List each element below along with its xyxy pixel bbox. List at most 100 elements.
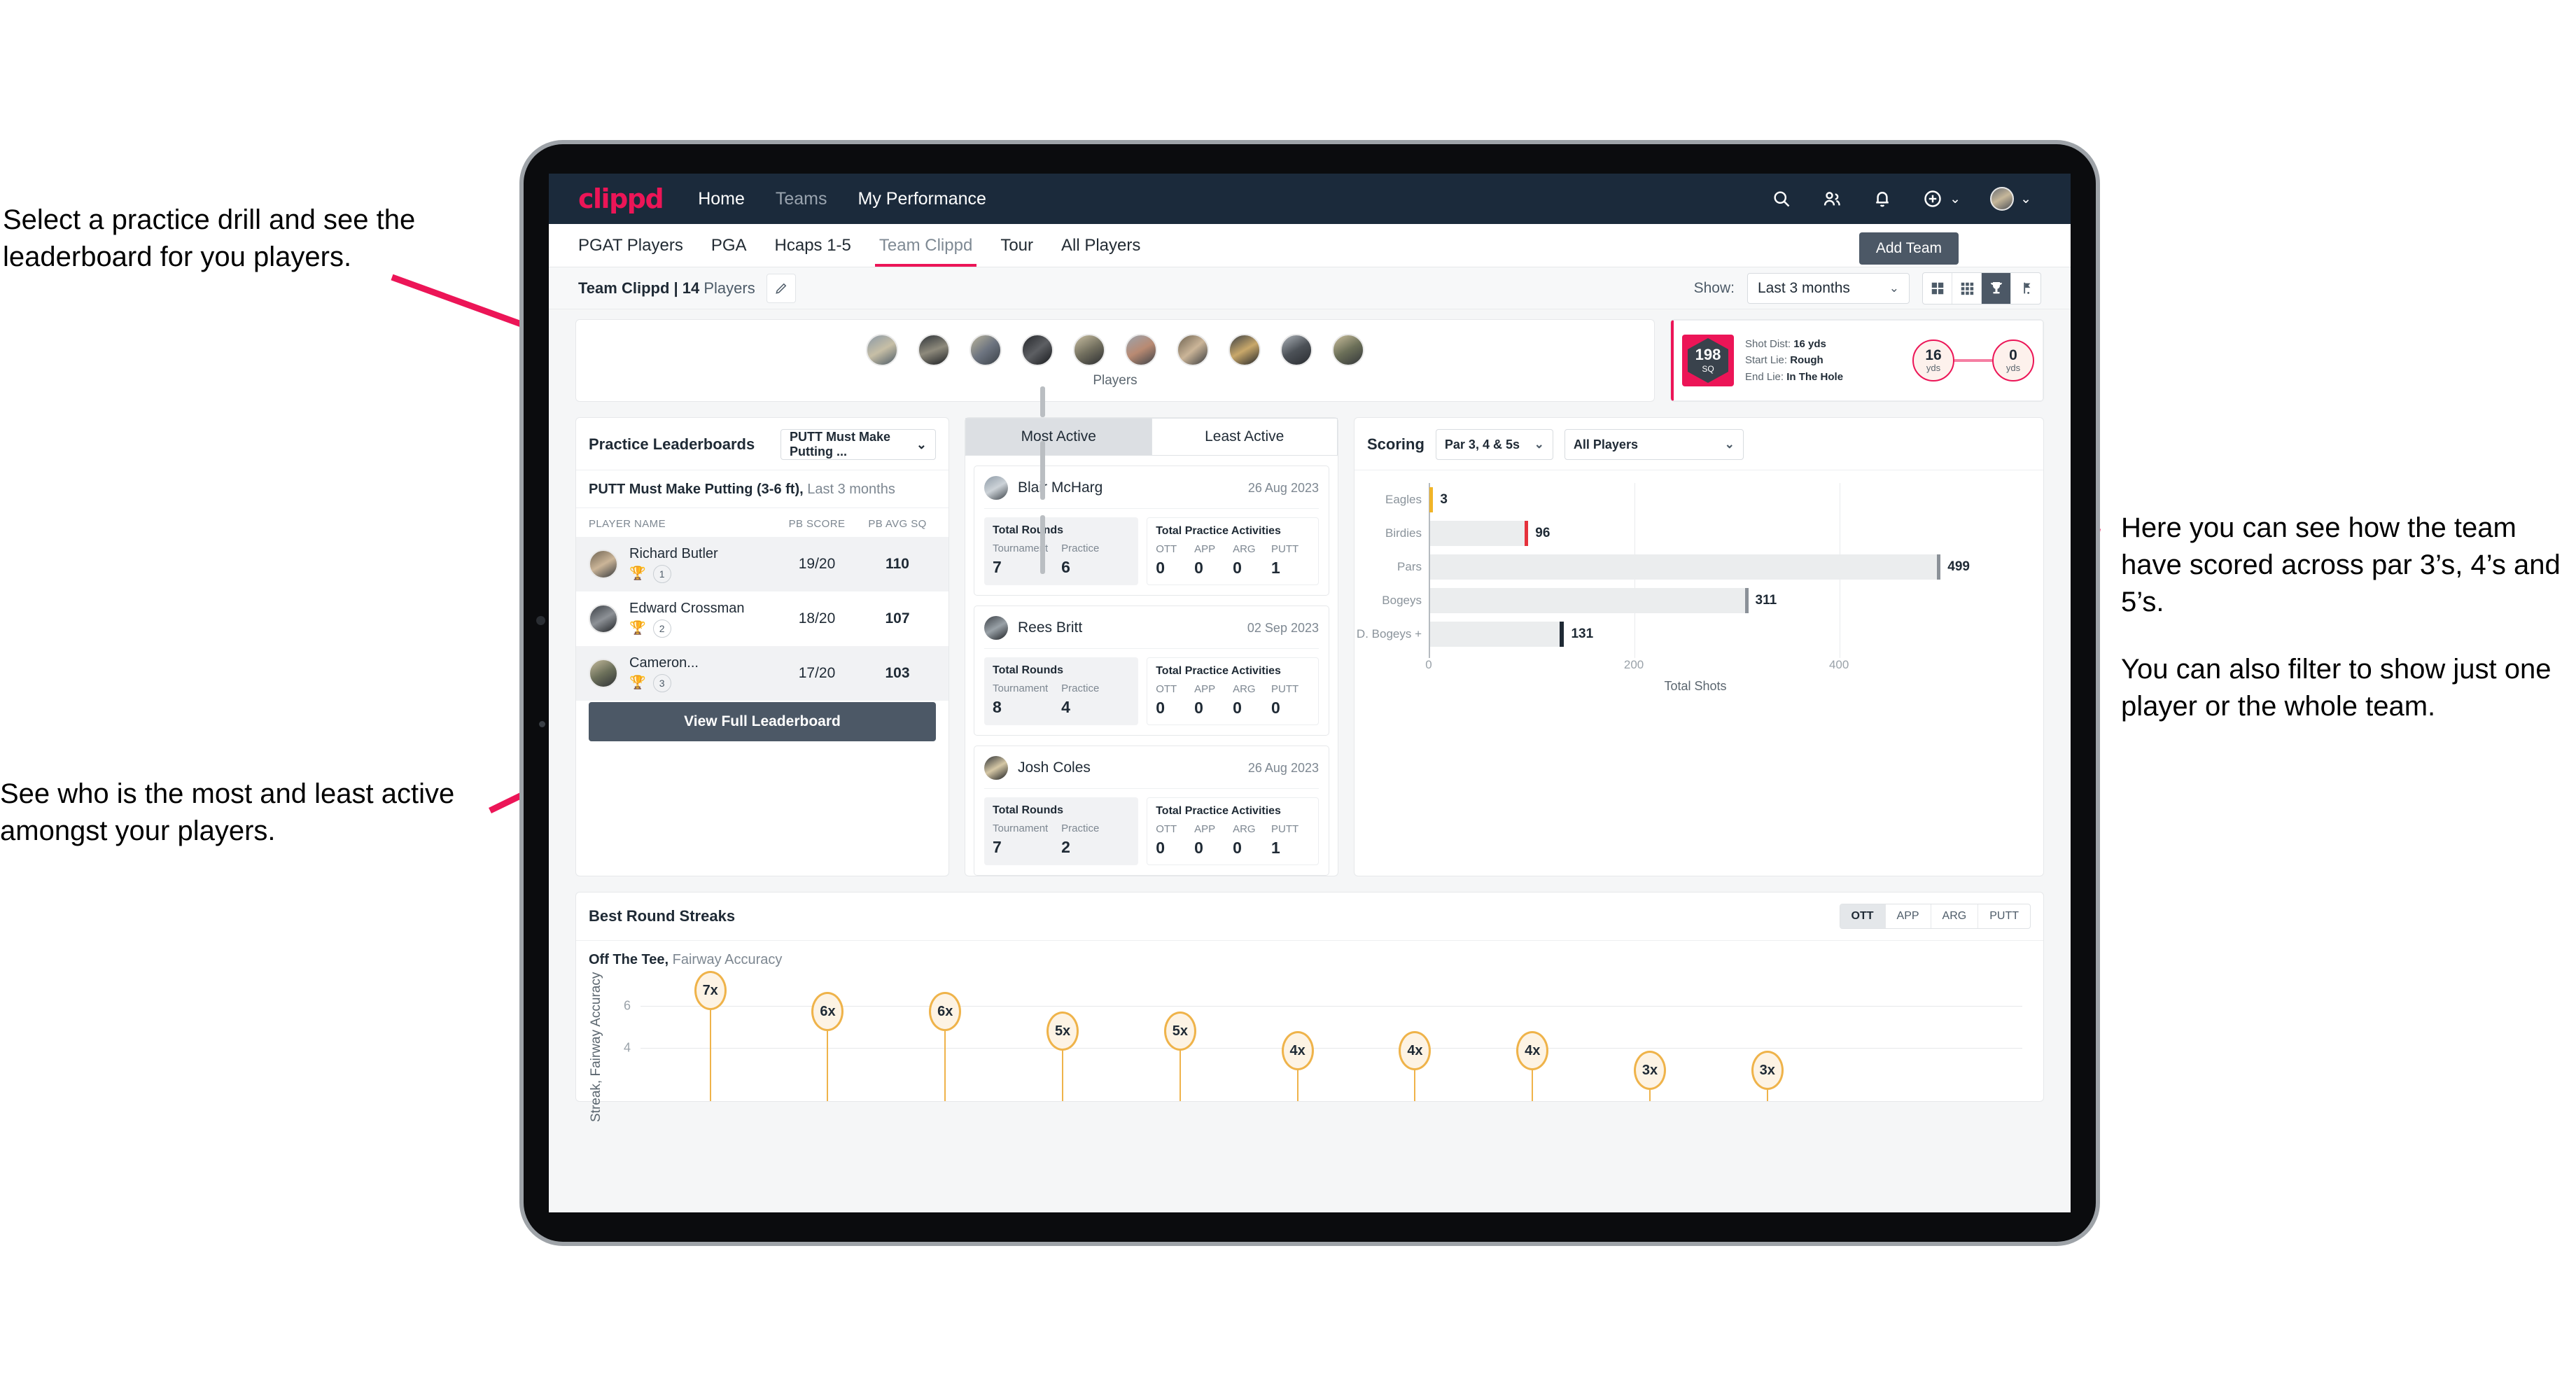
bar-eagles: Eagles 3 (1385, 487, 1962, 512)
streak-value: 6x (929, 992, 962, 1031)
people-icon[interactable] (1821, 188, 1842, 209)
bar-cap-eagles (1429, 487, 1434, 512)
streak-marker[interactable]: 6x (811, 992, 844, 1101)
clippd-logo[interactable]: clippd (578, 183, 664, 214)
grid-small-icon[interactable] (1952, 272, 1982, 304)
search-icon[interactable] (1771, 188, 1792, 209)
bar-bogeys: Bogeys 311 (1382, 588, 1962, 613)
practice-putt-label: PUTT (1271, 543, 1299, 555)
practice-app: APP 0 (1194, 543, 1233, 578)
segment-app[interactable]: APP (1886, 904, 1931, 928)
activity-card-header: Rees Britt 02 Sep 2023 (984, 616, 1319, 649)
scoring-plot-area: Eagles 3 Birdies 96 Pars 499 Bogeys 311 … (1357, 483, 1970, 658)
player-avatar[interactable] (1177, 334, 1209, 366)
end-distance-node: 0 yds (1992, 340, 2034, 382)
streak-marker[interactable]: 7x (694, 971, 727, 1101)
start-distance-value: 16 (1925, 347, 1942, 363)
par-filter-select[interactable]: Par 3, 4 & 5s ⌄ (1435, 429, 1553, 460)
edit-team-button[interactable] (766, 273, 796, 303)
add-menu[interactable]: ⌄ (1922, 188, 1961, 209)
practice-ott-value: 0 (1156, 699, 1166, 717)
practice-ott-label: OTT (1156, 543, 1177, 555)
add-team-button[interactable]: Add Team (1858, 232, 1959, 265)
player-filter-select[interactable]: All Players ⌄ (1564, 429, 1744, 460)
practice-app: APP 0 (1194, 683, 1233, 718)
view-mode-toggle (1922, 272, 2041, 304)
table-row[interactable]: Cameron... 🏆 3 17/20 103 (576, 646, 948, 701)
segment-arg[interactable]: ARG (1931, 904, 1979, 928)
annotation-bottom-left: See who is the most and least active amo… (0, 778, 455, 846)
bar-label-bogeys: Bogeys (1382, 594, 1422, 607)
nav-link-teams[interactable]: Teams (776, 189, 827, 209)
player-avatar[interactable] (1073, 334, 1105, 366)
tab-hcaps-1-5[interactable]: Hcaps 1-5 (761, 236, 865, 267)
start-distance-unit: yds (1926, 363, 1941, 373)
tab-tour[interactable]: Tour (986, 236, 1047, 267)
player-avatar[interactable] (969, 334, 1002, 366)
practice-activities-title: Total Practice Activities (1156, 805, 1281, 817)
golf-flag-icon[interactable] (2011, 273, 2040, 304)
nav-link-my-performance[interactable]: My Performance (858, 189, 986, 209)
rounds-tournament-value: 7 (993, 838, 1002, 856)
player-name: Edward Crossman (629, 600, 745, 616)
player-avatar[interactable] (918, 334, 950, 366)
grid-large-icon[interactable] (1923, 272, 1952, 304)
primary-nav: Home Teams My Performance (698, 189, 986, 209)
period-select[interactable]: Last 3 months ⌄ (1747, 272, 1910, 304)
streak-marker[interactable]: 4x (1281, 1031, 1314, 1101)
streak-marker[interactable]: 6x (929, 992, 962, 1101)
rounds-tournament-label: Tournament (993, 682, 1049, 694)
plus-circle-icon[interactable] (1922, 188, 1943, 209)
chevron-down-icon: ⌄ (1724, 438, 1735, 451)
streak-marker[interactable]: 3x (1751, 1051, 1784, 1101)
activity-player-card[interactable]: Blair McHarg 26 Aug 2023 Total Rounds To… (974, 465, 1329, 596)
player-avatar[interactable] (866, 334, 898, 366)
tab-team-clippd[interactable]: Team Clippd (865, 236, 986, 267)
view-full-leaderboard-button[interactable]: View Full Leaderboard (589, 702, 936, 741)
nav-link-home[interactable]: Home (698, 189, 745, 209)
segment-ott[interactable]: OTT (1840, 904, 1886, 928)
streak-value: 4x (1281, 1031, 1314, 1070)
streak-marker[interactable]: 4x (1516, 1031, 1549, 1101)
rounds-practice-value: 6 (1061, 558, 1070, 576)
streak-value: 6x (811, 992, 844, 1031)
tab-least-active[interactable]: Least Active (1151, 418, 1338, 456)
players-caption: Players (1093, 373, 1138, 388)
avatar[interactable] (1990, 187, 2015, 211)
bar-birdies: Birdies 96 (1385, 521, 1962, 546)
tab-pga[interactable]: PGA (697, 236, 761, 267)
total-rounds-box: Total Rounds Tournament 7 Practice (984, 517, 1139, 585)
streak-marker[interactable]: 4x (1399, 1031, 1432, 1101)
trophy-icon[interactable] (1982, 272, 2011, 304)
player-avatar[interactable] (1280, 334, 1312, 366)
segment-putt[interactable]: PUTT (1978, 904, 2030, 928)
scoring-x-axis: 0 200 400 (1425, 658, 1962, 676)
tab-all-players[interactable]: All Players (1047, 236, 1154, 267)
table-row[interactable]: Richard Butler 🏆 1 19/20 110 (576, 537, 948, 592)
activity-player-card[interactable]: Rees Britt 02 Sep 2023 Total Rounds Tour… (974, 606, 1329, 736)
player-avatar[interactable] (1228, 334, 1261, 366)
practice-putt: PUTT 1 (1271, 823, 1310, 858)
tab-pgat-players[interactable]: PGAT Players (578, 236, 697, 267)
tab-most-active[interactable]: Most Active (965, 418, 1152, 456)
drill-select[interactable]: PUTT Must Make Putting ... ⌄ (780, 429, 936, 460)
player-avatar[interactable] (1332, 334, 1364, 366)
drill-select-value: PUTT Must Make Putting ... (790, 430, 891, 458)
streak-marker[interactable]: 5x (1163, 1011, 1196, 1101)
total-rounds-box: Total Rounds Tournament 7 Practice (984, 797, 1139, 865)
player-avatar[interactable] (1021, 334, 1054, 366)
avatar (984, 616, 1008, 640)
chevron-down-icon: ⌄ (1949, 191, 1961, 206)
table-row[interactable]: Edward Crossman 🏆 2 18/20 107 (576, 592, 948, 646)
streak-marker[interactable]: 3x (1634, 1051, 1667, 1101)
practice-ott: OTT 0 (1156, 823, 1194, 858)
player-avatars (866, 334, 1364, 366)
bell-icon[interactable] (1872, 188, 1893, 209)
shot-quality-badge: 198 SQ (1682, 335, 1734, 386)
practice-app-label: APP (1194, 683, 1216, 695)
activity-player-card[interactable]: Josh Coles 26 Aug 2023 Total Rounds Tour… (974, 746, 1329, 876)
player-avatar[interactable] (1125, 334, 1157, 366)
subheader-controls: Show: Last 3 months ⌄ (1694, 272, 2041, 304)
profile-menu[interactable]: ⌄ (1990, 187, 2031, 211)
streak-marker[interactable]: 5x (1046, 1011, 1079, 1101)
